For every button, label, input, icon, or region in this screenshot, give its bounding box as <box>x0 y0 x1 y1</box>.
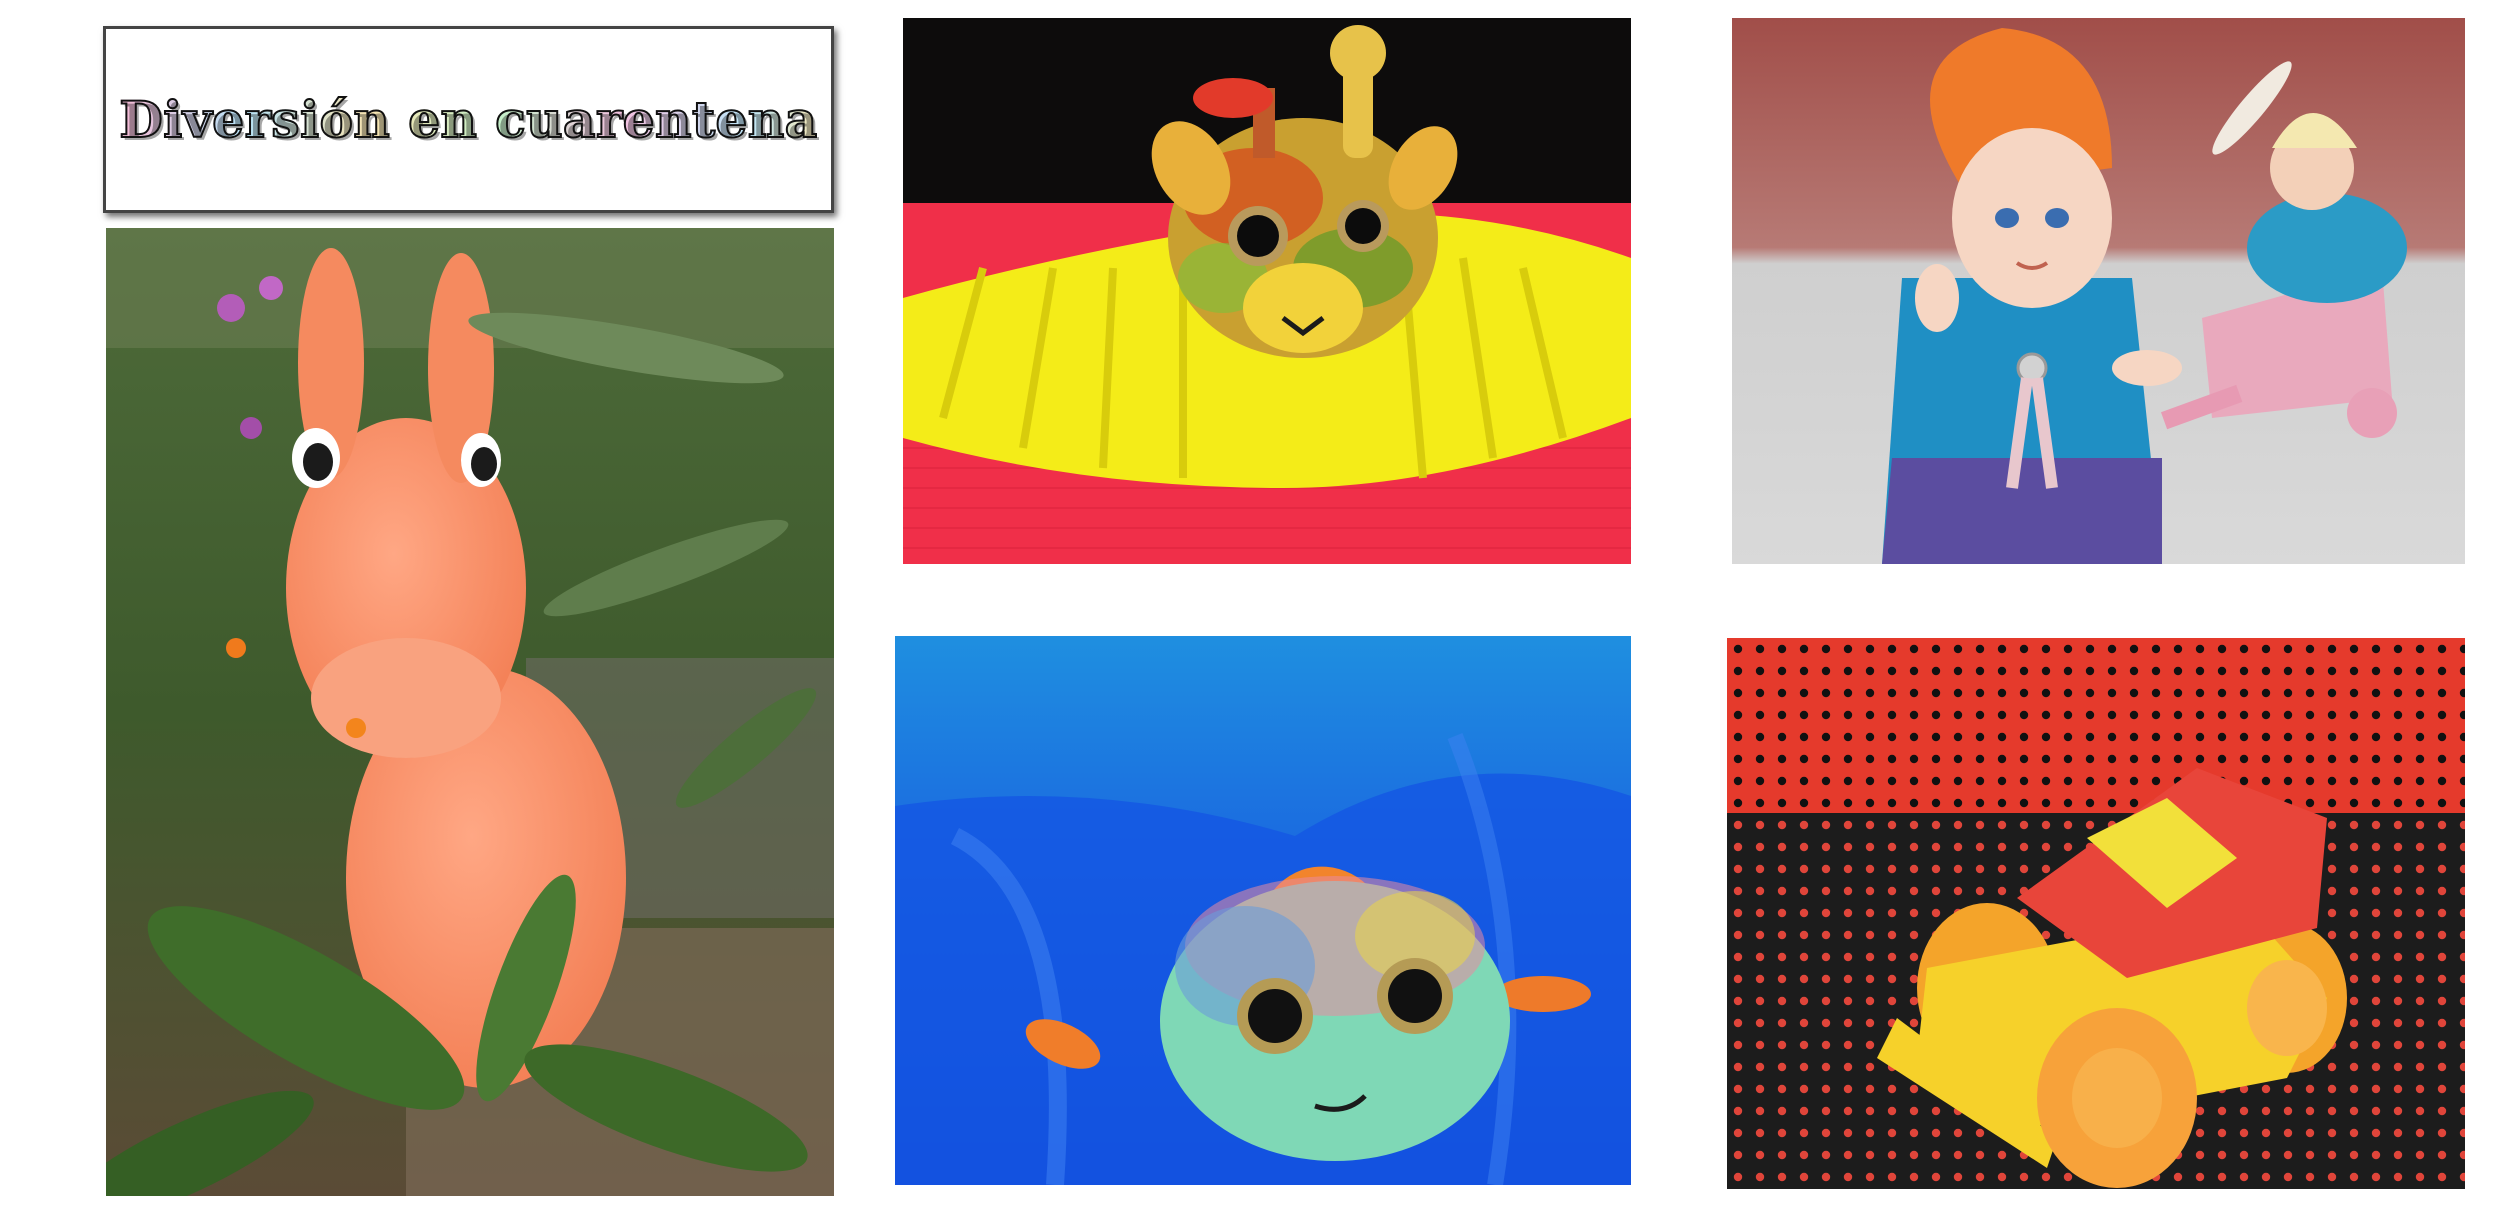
orange-horse-toy-photo <box>106 228 834 1196</box>
dolls-photo <box>1732 18 2465 564</box>
collage-title: Diversión en cuarentena <box>118 89 818 150</box>
giraffe-plush-photo <box>903 18 1631 564</box>
fish-plush-photo <box>895 636 1631 1185</box>
title-card: Diversión en cuarentena <box>103 26 834 213</box>
toy-car-photo <box>1727 638 2465 1189</box>
